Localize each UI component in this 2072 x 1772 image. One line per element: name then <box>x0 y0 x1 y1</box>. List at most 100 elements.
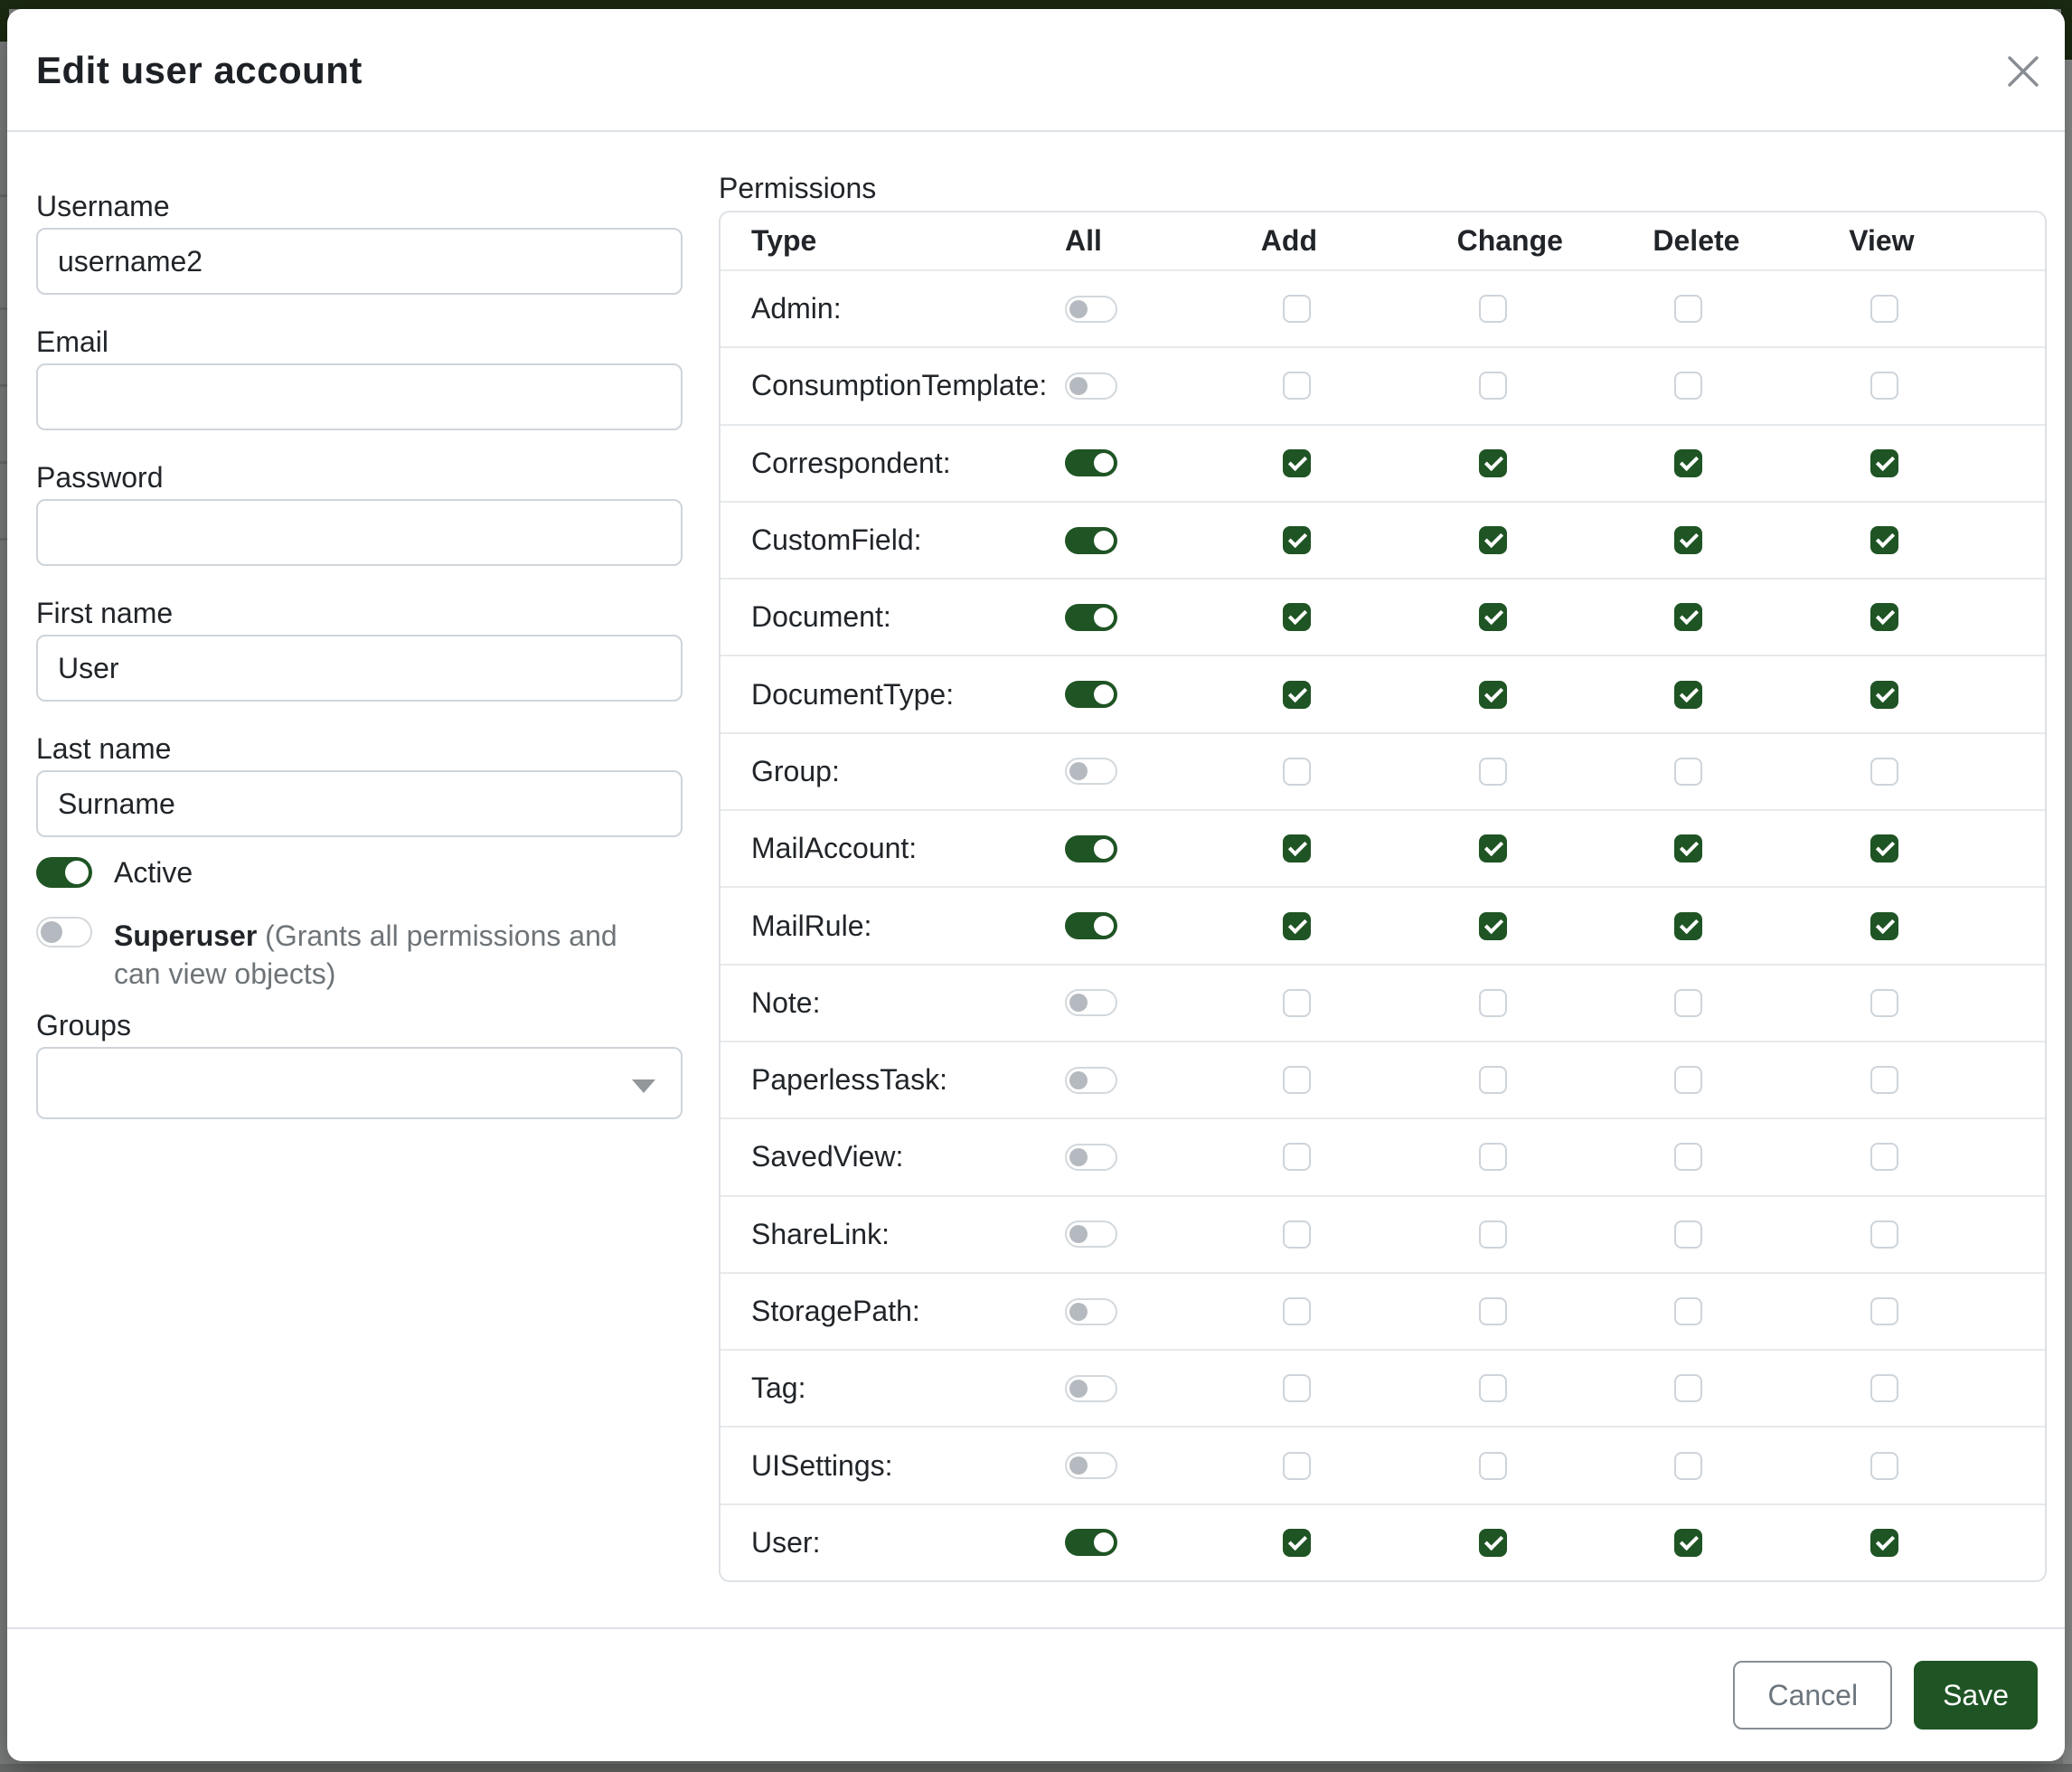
permission-all-toggle[interactable] <box>1065 372 1117 400</box>
permission-view-checkbox[interactable] <box>1870 1221 1898 1249</box>
permission-view-checkbox[interactable] <box>1870 1066 1898 1094</box>
permission-change-checkbox[interactable] <box>1479 372 1507 400</box>
permission-add-checkbox[interactable] <box>1283 1066 1311 1094</box>
permission-change-checkbox[interactable] <box>1479 989 1507 1017</box>
permission-delete-checkbox[interactable] <box>1674 989 1702 1017</box>
permission-add-checkbox[interactable] <box>1283 449 1311 477</box>
permission-view-checkbox[interactable] <box>1870 1374 1898 1402</box>
permission-view-checkbox[interactable] <box>1870 603 1898 631</box>
permission-all-toggle[interactable] <box>1065 449 1117 476</box>
permission-delete-checkbox[interactable] <box>1674 1066 1702 1094</box>
permission-delete-checkbox[interactable] <box>1674 372 1702 400</box>
permission-delete-checkbox[interactable] <box>1674 449 1702 477</box>
permission-add-checkbox[interactable] <box>1283 1143 1311 1171</box>
permission-view-checkbox[interactable] <box>1870 681 1898 709</box>
close-button[interactable] <box>2001 51 2045 94</box>
permission-change-checkbox[interactable] <box>1479 1374 1507 1402</box>
email-input[interactable] <box>36 363 683 430</box>
permission-delete-checkbox[interactable] <box>1674 526 1702 554</box>
permission-view-checkbox[interactable] <box>1870 1452 1898 1480</box>
permission-all-toggle[interactable] <box>1065 758 1117 785</box>
permission-view-checkbox[interactable] <box>1870 449 1898 477</box>
permission-all-toggle[interactable] <box>1065 1375 1117 1402</box>
permission-add-checkbox[interactable] <box>1283 1221 1311 1249</box>
permission-delete-checkbox[interactable] <box>1674 834 1702 862</box>
permission-delete-checkbox[interactable] <box>1674 758 1702 786</box>
permission-view-checkbox[interactable] <box>1870 295 1898 323</box>
permission-add-checkbox[interactable] <box>1283 603 1311 631</box>
permission-all-toggle[interactable] <box>1065 835 1117 862</box>
permission-delete-checkbox[interactable] <box>1674 912 1702 940</box>
permission-add-checkbox[interactable] <box>1283 526 1311 554</box>
table-row: Tag: <box>720 1349 2045 1426</box>
permission-all-toggle[interactable] <box>1065 1452 1117 1479</box>
permission-type-label: Note: <box>720 986 1065 1020</box>
permission-change-checkbox[interactable] <box>1479 1452 1507 1480</box>
superuser-toggle[interactable] <box>36 917 92 947</box>
permission-view-checkbox[interactable] <box>1870 372 1898 400</box>
groups-select[interactable] <box>36 1047 683 1119</box>
permission-view-checkbox[interactable] <box>1870 1143 1898 1171</box>
permission-change-checkbox[interactable] <box>1479 758 1507 786</box>
permission-add-checkbox[interactable] <box>1283 1529 1311 1557</box>
permission-delete-checkbox[interactable] <box>1674 1452 1702 1480</box>
first-name-input[interactable] <box>36 635 683 702</box>
permission-all-toggle[interactable] <box>1065 1221 1117 1248</box>
permission-change-checkbox[interactable] <box>1479 603 1507 631</box>
permission-all-toggle[interactable] <box>1065 1529 1117 1556</box>
permission-add-checkbox[interactable] <box>1283 372 1311 400</box>
permission-add-checkbox[interactable] <box>1283 295 1311 323</box>
permission-change-checkbox[interactable] <box>1479 1143 1507 1171</box>
permission-view-checkbox[interactable] <box>1870 1297 1898 1325</box>
permission-delete-checkbox[interactable] <box>1674 295 1702 323</box>
permission-add-checkbox[interactable] <box>1283 834 1311 862</box>
last-name-input[interactable] <box>36 770 683 837</box>
permission-change-checkbox[interactable] <box>1479 681 1507 709</box>
permission-change-checkbox[interactable] <box>1479 449 1507 477</box>
permission-add-checkbox[interactable] <box>1283 1297 1311 1325</box>
permission-add-checkbox[interactable] <box>1283 989 1311 1017</box>
permission-all-toggle[interactable] <box>1065 604 1117 631</box>
permission-delete-checkbox[interactable] <box>1674 1221 1702 1249</box>
permission-view-checkbox[interactable] <box>1870 1529 1898 1557</box>
permission-all-toggle[interactable] <box>1065 296 1117 323</box>
permission-change-checkbox[interactable] <box>1479 912 1507 940</box>
permission-all-toggle[interactable] <box>1065 912 1117 939</box>
permission-change-checkbox[interactable] <box>1479 295 1507 323</box>
permission-delete-checkbox[interactable] <box>1674 1529 1702 1557</box>
permission-view-checkbox[interactable] <box>1870 912 1898 940</box>
permission-view-checkbox[interactable] <box>1870 758 1898 786</box>
permission-add-checkbox[interactable] <box>1283 681 1311 709</box>
save-button[interactable]: Save <box>1914 1661 2038 1730</box>
permission-all-toggle[interactable] <box>1065 681 1117 708</box>
active-toggle[interactable] <box>36 857 92 888</box>
permission-view-checkbox[interactable] <box>1870 989 1898 1017</box>
permission-add-checkbox[interactable] <box>1283 1452 1311 1480</box>
username-input[interactable] <box>36 228 683 295</box>
permission-delete-checkbox[interactable] <box>1674 681 1702 709</box>
password-input[interactable] <box>36 499 683 566</box>
cancel-button[interactable]: Cancel <box>1733 1661 1892 1730</box>
permission-delete-checkbox[interactable] <box>1674 603 1702 631</box>
permission-all-toggle[interactable] <box>1065 527 1117 554</box>
page-horizontal-scrollbar[interactable] <box>0 1764 2072 1772</box>
permission-change-checkbox[interactable] <box>1479 834 1507 862</box>
permission-delete-checkbox[interactable] <box>1674 1374 1702 1402</box>
permission-view-checkbox[interactable] <box>1870 526 1898 554</box>
permission-change-checkbox[interactable] <box>1479 1529 1507 1557</box>
permission-add-checkbox[interactable] <box>1283 758 1311 786</box>
permission-all-toggle[interactable] <box>1065 1298 1117 1325</box>
permission-delete-checkbox[interactable] <box>1674 1297 1702 1325</box>
permission-all-toggle[interactable] <box>1065 989 1117 1016</box>
active-label: Active <box>114 853 193 891</box>
permission-change-checkbox[interactable] <box>1479 1297 1507 1325</box>
permission-add-checkbox[interactable] <box>1283 912 1311 940</box>
permission-all-toggle[interactable] <box>1065 1067 1117 1094</box>
permission-change-checkbox[interactable] <box>1479 526 1507 554</box>
permission-add-checkbox[interactable] <box>1283 1374 1311 1402</box>
permission-all-toggle[interactable] <box>1065 1144 1117 1171</box>
permission-view-checkbox[interactable] <box>1870 834 1898 862</box>
permission-delete-checkbox[interactable] <box>1674 1143 1702 1171</box>
permission-change-checkbox[interactable] <box>1479 1066 1507 1094</box>
permission-change-checkbox[interactable] <box>1479 1221 1507 1249</box>
